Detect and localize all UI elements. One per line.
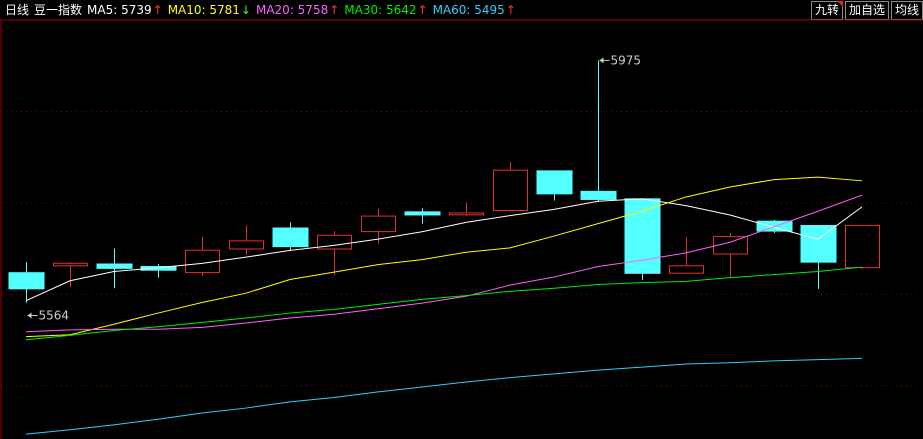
candle-16-body xyxy=(669,265,704,274)
candle-10-body xyxy=(404,211,441,216)
annotation-2-label: 5564 xyxy=(39,309,70,323)
annotation-1-arrowhead xyxy=(599,57,604,64)
ma20-line xyxy=(25,194,863,333)
candle-12-body xyxy=(493,169,528,211)
ma10-line xyxy=(25,176,863,338)
candle-1-body xyxy=(8,272,45,290)
candle-7-body xyxy=(272,227,309,248)
candle-3-body xyxy=(96,263,133,269)
annotation-2-arrowhead xyxy=(27,312,32,319)
candle-6-body xyxy=(229,240,264,250)
candle-20-body xyxy=(845,224,880,269)
ma60-line xyxy=(25,357,863,435)
candle-11-body xyxy=(449,212,484,216)
candle-14-body xyxy=(580,190,617,200)
candle-19-body xyxy=(800,225,837,263)
annotation-1-label: 5975 xyxy=(611,53,642,67)
candle-13-body xyxy=(536,170,573,195)
candlestick-chart: 5975 5564 xyxy=(0,19,923,439)
candle-2-body xyxy=(53,262,88,267)
candle-9-body xyxy=(361,215,396,233)
